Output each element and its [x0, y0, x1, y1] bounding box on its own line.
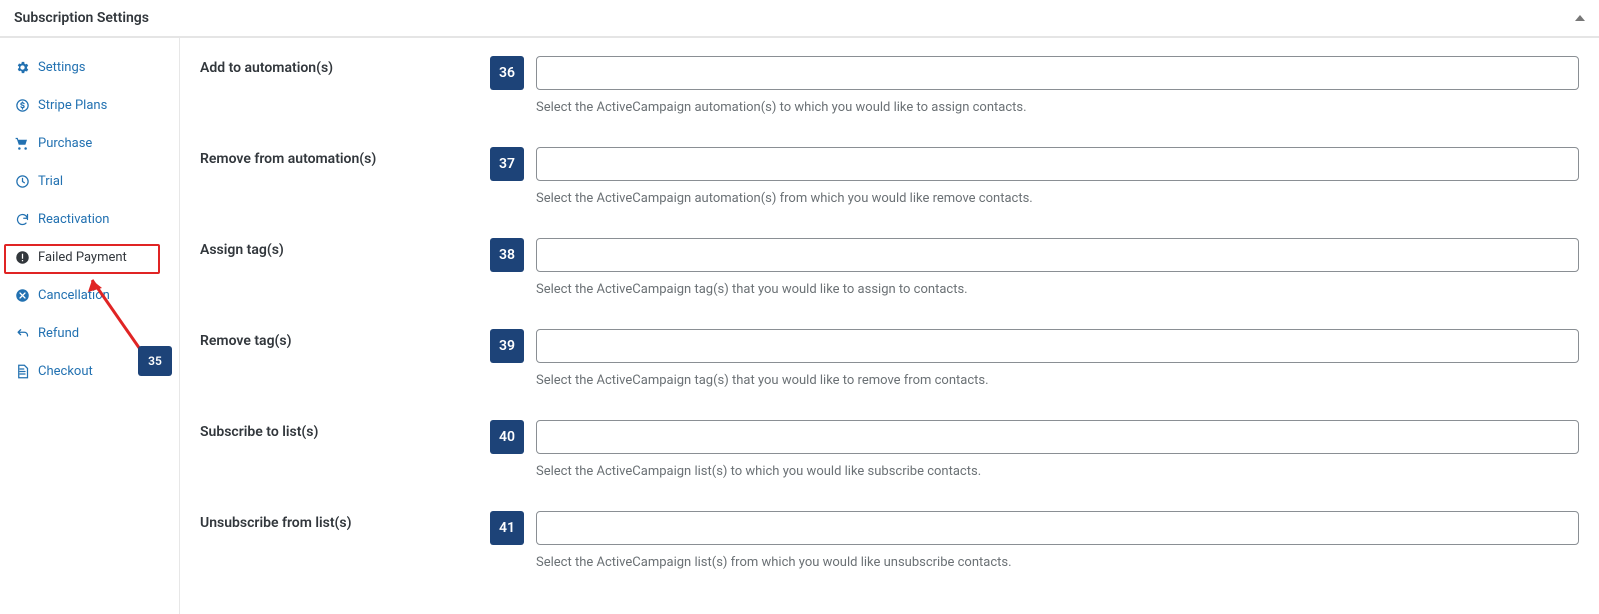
field-label-remove-automation: Remove from automation(s) [200, 147, 490, 206]
sidebar-item-purchase[interactable]: Purchase [0, 124, 179, 162]
field-body: 37 Select the ActiveCampaign automation(… [490, 147, 1579, 206]
sidebar-item-label: Failed Payment [38, 250, 127, 265]
clock-icon [14, 173, 30, 189]
input-line: 38 [490, 238, 1579, 272]
sidebar-item-failed-payment[interactable]: Failed Payment [0, 238, 179, 276]
panel-header: Subscription Settings [0, 0, 1599, 37]
add-automation-input[interactable] [536, 56, 1579, 90]
sidebar-item-label: Purchase [38, 136, 92, 151]
help-text: Select the ActiveCampaign list(s) from w… [536, 555, 1579, 570]
annotation-badge-35: 35 [138, 346, 172, 376]
sidebar-item-trial[interactable]: Trial [0, 162, 179, 200]
cancel-circle-icon [14, 287, 30, 303]
field-body: 39 Select the ActiveCampaign tag(s) that… [490, 329, 1579, 388]
help-text: Select the ActiveCampaign tag(s) that yo… [536, 373, 1579, 388]
field-label-subscribe-list: Subscribe to list(s) [200, 420, 490, 479]
return-arrow-icon [14, 325, 30, 341]
sidebar-item-label: Stripe Plans [38, 98, 107, 113]
help-text: Select the ActiveCampaign automation(s) … [536, 191, 1579, 206]
cart-icon [14, 135, 30, 151]
annotation-badge-41: 41 [490, 511, 524, 545]
help-text: Select the ActiveCampaign tag(s) that yo… [536, 282, 1579, 297]
field-row: Unsubscribe from list(s) 41 Select the A… [200, 503, 1579, 594]
main-content: Add to automation(s) 36 Select the Activ… [180, 38, 1599, 614]
annotation-badge-36: 36 [490, 56, 524, 90]
field-row: Add to automation(s) 36 Select the Activ… [200, 48, 1579, 139]
field-label-unsubscribe-list: Unsubscribe from list(s) [200, 511, 490, 570]
field-row: Remove from automation(s) 37 Select the … [200, 139, 1579, 230]
input-line: 40 [490, 420, 1579, 454]
field-label-add-automation: Add to automation(s) [200, 56, 490, 115]
sidebar-item-cancellation[interactable]: Cancellation [0, 276, 179, 314]
gear-icon [14, 59, 30, 75]
sidebar-item-label: Settings [38, 60, 85, 75]
sidebar-item-label: Reactivation [38, 212, 109, 227]
field-row: Remove tag(s) 39 Select the ActiveCampai… [200, 321, 1579, 412]
sidebar: Settings Stripe Plans Purchase Trial Rea [0, 38, 180, 614]
field-label-remove-tag: Remove tag(s) [200, 329, 490, 388]
remove-automation-input[interactable] [536, 147, 1579, 181]
sidebar-item-reactivation[interactable]: Reactivation [0, 200, 179, 238]
help-text: Select the ActiveCampaign automation(s) … [536, 100, 1579, 115]
input-line: 39 [490, 329, 1579, 363]
page-title: Subscription Settings [14, 10, 149, 26]
annotation-badge-40: 40 [490, 420, 524, 454]
dollar-circle-icon [14, 97, 30, 113]
assign-tag-input[interactable] [536, 238, 1579, 272]
input-line: 36 [490, 56, 1579, 90]
sidebar-item-label: Checkout [38, 364, 93, 379]
collapse-icon[interactable] [1575, 15, 1585, 21]
field-body: 38 Select the ActiveCampaign tag(s) that… [490, 238, 1579, 297]
unsubscribe-list-input[interactable] [536, 511, 1579, 545]
input-line: 37 [490, 147, 1579, 181]
field-body: 40 Select the ActiveCampaign list(s) to … [490, 420, 1579, 479]
sidebar-item-label: Trial [38, 174, 63, 189]
sidebar-item-stripe-plans[interactable]: Stripe Plans [0, 86, 179, 124]
field-row: Assign tag(s) 38 Select the ActiveCampai… [200, 230, 1579, 321]
annotation-badge-37: 37 [490, 147, 524, 181]
annotation-badge-38: 38 [490, 238, 524, 272]
subscribe-list-input[interactable] [536, 420, 1579, 454]
sidebar-item-settings[interactable]: Settings [0, 48, 179, 86]
alert-circle-icon [14, 249, 30, 265]
document-icon [14, 363, 30, 379]
input-line: 41 [490, 511, 1579, 545]
sidebar-item-label: Cancellation [38, 288, 110, 303]
field-body: 41 Select the ActiveCampaign list(s) fro… [490, 511, 1579, 570]
field-row: Subscribe to list(s) 40 Select the Activ… [200, 412, 1579, 503]
field-label-assign-tag: Assign tag(s) [200, 238, 490, 297]
layout: Settings Stripe Plans Purchase Trial Rea [0, 37, 1599, 614]
remove-tag-input[interactable] [536, 329, 1579, 363]
field-body: 36 Select the ActiveCampaign automation(… [490, 56, 1579, 115]
refresh-icon [14, 211, 30, 227]
sidebar-item-label: Refund [38, 326, 79, 341]
annotation-badge-39: 39 [490, 329, 524, 363]
help-text: Select the ActiveCampaign list(s) to whi… [536, 464, 1579, 479]
